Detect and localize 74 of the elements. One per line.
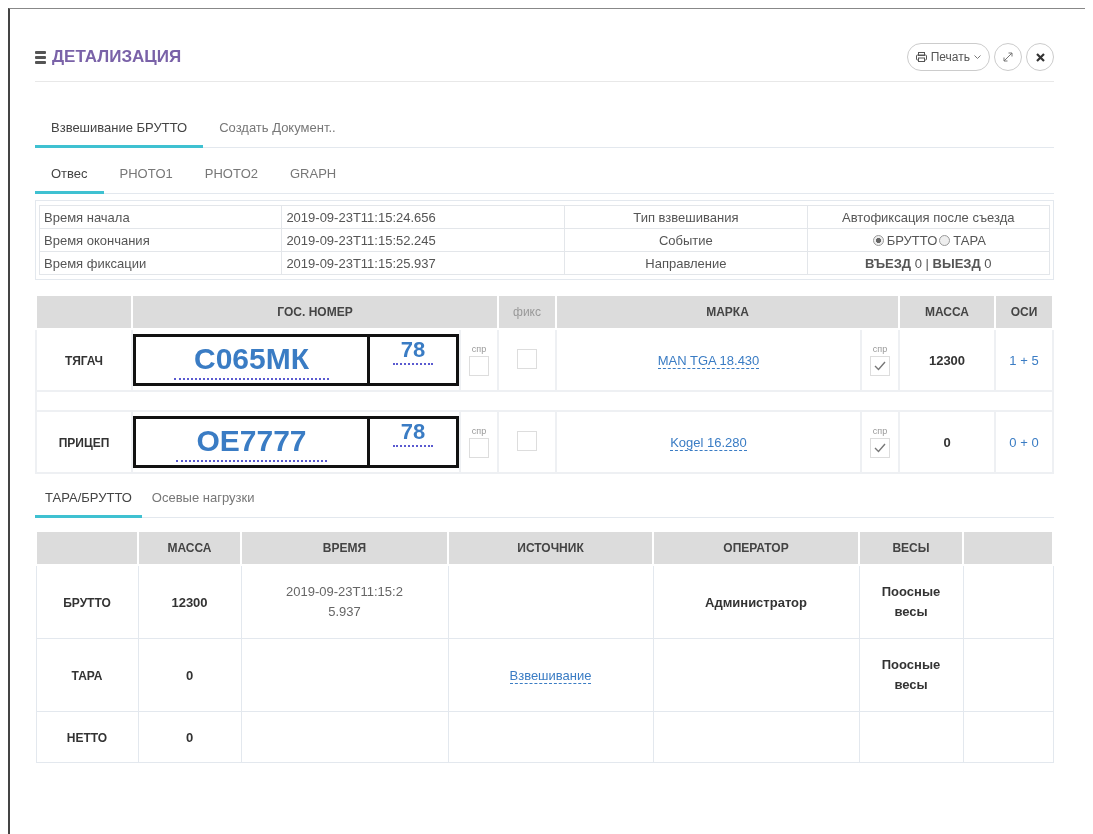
mass-value: 0 bbox=[185, 667, 194, 683]
radio-label: ТАРА bbox=[953, 232, 986, 248]
plate-field[interactable]: ОЕ7777 78 bbox=[133, 416, 459, 468]
column-header: ВРЕМЯ bbox=[241, 531, 448, 565]
row-label: ТАРА bbox=[71, 668, 103, 683]
column-header: ГОС. НОМЕР bbox=[132, 295, 498, 329]
table-cell: 2019-09-23T11:15:24.656 bbox=[281, 205, 565, 229]
time-value: 2019-09-23T11:15:25.937 bbox=[285, 583, 404, 621]
tab[interactable]: Взвешивание БРУТТО bbox=[35, 110, 204, 148]
tab[interactable]: ТАРА/БРУТТО bbox=[35, 480, 142, 518]
axles-value: 1 + 5 bbox=[1009, 352, 1039, 368]
tab[interactable]: Создать Документ.. bbox=[203, 110, 352, 148]
row-label: ТЯГАЧ bbox=[65, 353, 103, 368]
tab[interactable]: PHOTO1 bbox=[103, 156, 189, 194]
mass-value: 0 bbox=[943, 434, 951, 450]
tab[interactable]: Осевые нагрузки bbox=[141, 480, 265, 518]
mass-value: 12300 bbox=[928, 352, 966, 368]
caret-icon bbox=[974, 54, 981, 60]
column-header: ИСТОЧНИК bbox=[448, 531, 653, 565]
expand-icon bbox=[1003, 52, 1013, 62]
checkmark-icon bbox=[874, 361, 886, 371]
row-label: НЕТТО bbox=[66, 730, 108, 745]
plate-field[interactable]: С065МК 78 bbox=[133, 334, 459, 386]
mass-value: 12300 bbox=[171, 594, 208, 610]
table-cell: 2019-09-23T11:15:25.937 bbox=[281, 251, 565, 275]
scales-name: Поосные весы bbox=[880, 656, 942, 694]
spr-label: спр bbox=[471, 426, 487, 436]
brand-link[interactable]: Kogel 16.280 bbox=[670, 434, 747, 451]
tab[interactable]: PHOTO2 bbox=[188, 156, 274, 194]
checkbox[interactable] bbox=[870, 438, 890, 458]
close-button[interactable] bbox=[1026, 43, 1054, 71]
database-icon bbox=[35, 50, 46, 64]
column-header: МАССА bbox=[899, 295, 995, 329]
table-cell: ВЪЕЗД 0 | ВЫЕЗД 0 bbox=[807, 251, 1050, 275]
operator-name: Администратор bbox=[705, 594, 807, 610]
column-header: МАРКА bbox=[556, 295, 899, 329]
table-cell: Событие bbox=[564, 228, 808, 252]
row-label: ПРИЦЕП bbox=[58, 435, 110, 450]
column-header: ВЕСЫ bbox=[859, 531, 963, 565]
checkbox[interactable] bbox=[469, 438, 489, 458]
table-cell: Время окончания bbox=[39, 228, 282, 252]
axles-value: 0 + 0 bbox=[1009, 434, 1039, 450]
column-header: ОСИ bbox=[995, 295, 1053, 329]
radio-button[interactable] bbox=[872, 234, 884, 246]
source-link[interactable]: Взвешивание bbox=[509, 667, 592, 684]
table-cell: Тип взвешивания bbox=[564, 205, 808, 229]
row-label: БРУТТО bbox=[63, 595, 111, 610]
column-header: МАССА bbox=[138, 531, 241, 565]
table-cell: 2019-09-23T11:15:52.245 bbox=[281, 228, 565, 252]
checkbox[interactable] bbox=[469, 356, 489, 376]
table-cell: Направление bbox=[564, 251, 808, 275]
printer-icon bbox=[915, 52, 927, 62]
table-cell: Время начала bbox=[39, 205, 282, 229]
spr-label: спр bbox=[872, 426, 888, 436]
print-button[interactable]: Печать bbox=[906, 43, 990, 71]
checkbox[interactable] bbox=[517, 348, 537, 369]
scales-name: Поосные весы bbox=[880, 583, 942, 621]
tab[interactable]: Отвес bbox=[35, 156, 104, 194]
table-cell: Автофиксация после съезда bbox=[807, 205, 1050, 229]
close-icon bbox=[1035, 52, 1045, 62]
mass-value: 0 bbox=[185, 729, 194, 745]
spr-label: спр bbox=[872, 344, 888, 354]
brand-link[interactable]: MAN TGA 18.430 bbox=[657, 352, 760, 369]
column-header: ОПЕРАТОР bbox=[653, 531, 859, 565]
radio-label: БРУТТО bbox=[886, 232, 938, 248]
window-title: ДЕТАЛИЗАЦИЯ bbox=[52, 47, 182, 67]
column-header: фикс bbox=[498, 295, 556, 329]
checkbox[interactable] bbox=[870, 356, 890, 376]
checkbox[interactable] bbox=[517, 430, 537, 451]
checkmark-icon bbox=[874, 443, 886, 453]
tab[interactable]: GRAPH bbox=[274, 156, 353, 194]
radio-button[interactable] bbox=[939, 234, 951, 246]
table-cell: Время фиксации bbox=[39, 251, 282, 275]
spr-label: спр bbox=[471, 344, 487, 354]
